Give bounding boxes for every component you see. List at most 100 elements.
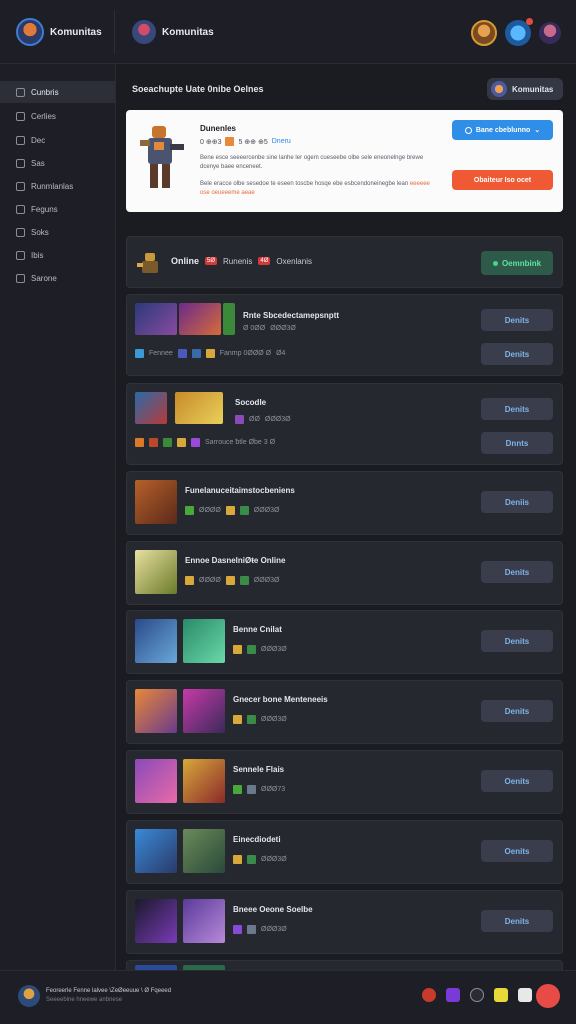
bottom-bar: Feoreerle Fenne lalvee \ZeØeeuue \ Ø Fqe… xyxy=(0,970,576,1024)
tag-icon xyxy=(177,438,186,447)
featured-blue-button[interactable]: Bane cbeblunno ⌄ xyxy=(452,120,553,140)
tag-icon xyxy=(247,785,256,794)
row-meta: ØØØ3Ø xyxy=(233,715,287,724)
app-title-left: Komunitas xyxy=(50,26,102,38)
game-thumbnail-icon xyxy=(179,303,221,335)
tag-icon xyxy=(135,438,144,447)
settings-icon[interactable] xyxy=(470,988,484,1002)
list-item[interactable]: Einecdiodeti ØØØ3Ø Oenits xyxy=(126,820,563,884)
sidebar: Cunbris Cerlies Dec Sas Runmlanlas Fegun… xyxy=(0,64,116,970)
list-icon xyxy=(16,135,25,145)
game-thumbnail-icon xyxy=(135,829,177,873)
sidebar-item-8[interactable]: Sarone xyxy=(0,267,115,289)
sidebar-item-2[interactable]: Dec xyxy=(0,129,115,151)
game-thumbnail-icon xyxy=(135,899,177,943)
online-button[interactable]: Oemnbink xyxy=(481,251,553,275)
tag-icon xyxy=(185,576,194,585)
notifications-avatar[interactable] xyxy=(505,18,533,46)
box-icon xyxy=(16,250,25,260)
row-meta-value: Sarrouce ƀtle Øbe 3 Ø xyxy=(205,439,276,446)
game-thumbnail-icon xyxy=(183,759,225,803)
tag-icon xyxy=(247,855,256,864)
details-button[interactable]: Dnnts xyxy=(481,432,553,454)
featured-description-2: Bele eracce olbe sesedoe te eseen toscbe… xyxy=(200,180,436,198)
avatar[interactable] xyxy=(18,985,40,1007)
tag-icon xyxy=(233,925,242,934)
tag-icon xyxy=(191,349,201,358)
twitch-icon[interactable] xyxy=(446,988,460,1002)
list-item[interactable]: Sennele Flais ØØØ73 Oenits xyxy=(126,750,563,814)
sidebar-item-7[interactable]: Ibis xyxy=(0,244,115,266)
details-button[interactable]: Oenits xyxy=(481,840,553,862)
details-button[interactable]: Denits xyxy=(481,309,553,331)
game-thumbnail-icon xyxy=(135,303,177,335)
tag-icon xyxy=(247,715,256,724)
list-item[interactable]: Funelanuceitaimstocbeniens ØØØØ ØØØ3Ø De… xyxy=(126,471,563,535)
sidebar-item-5[interactable]: Feguns xyxy=(0,198,115,220)
sidebar-item-1[interactable]: Cerlies xyxy=(0,105,115,127)
featured-red-button[interactable]: Obaiteur Iso ocet xyxy=(452,170,553,190)
snap-icon[interactable] xyxy=(494,988,508,1002)
featured-description-2-text: Bele eracce olbe sesedoe te eseen toscbe… xyxy=(200,181,409,187)
featured-meta-blue: Dneru xyxy=(271,138,291,145)
game-thumbnail-icon xyxy=(183,689,225,733)
status-badge: 5Ø xyxy=(205,257,218,265)
game-thumbnail-icon xyxy=(183,899,225,943)
row-meta-bottom: Fennee Fanmp 0ØØØ Ø Ø4 xyxy=(135,349,285,358)
sidebar-item-6[interactable]: Soks xyxy=(0,221,115,243)
list-item[interactable]: Ennoe DasnelniØŧe Online ØØØØ ØØØ3Ø Deni… xyxy=(126,541,563,605)
row-meta-value: ØØ xyxy=(249,416,260,423)
list-item[interactable] xyxy=(126,960,563,971)
details-button[interactable]: Denits xyxy=(481,398,553,420)
footer-icons xyxy=(422,988,532,1002)
app-icon[interactable] xyxy=(518,988,532,1002)
featured-card: Dunenles 0 ⊕⊕3 5 ⊕⊕ ⊕5 Dneru Bene esce s… xyxy=(126,110,563,212)
sidebar-item-label: Sas xyxy=(31,158,45,168)
row-title: Einecdiodeti xyxy=(233,835,281,844)
brand-left[interactable]: Komunitas xyxy=(16,18,102,46)
row-title: Socodle xyxy=(235,398,267,407)
user-avatar-1[interactable] xyxy=(471,20,497,46)
row-meta-bottom: Sarrouce ƀtle Øbe 3 Ø xyxy=(135,438,275,447)
row-meta-value: ØØØ3Ø xyxy=(261,646,287,653)
details-button[interactable]: Denits xyxy=(481,910,553,932)
details-button[interactable]: Oenits xyxy=(481,770,553,792)
row-meta-value: Fanmp 0ØØØ Ø xyxy=(219,350,272,357)
details-button[interactable]: Denits xyxy=(481,343,553,365)
row-meta-value: ØØØØ xyxy=(199,507,221,514)
row-meta-value: ØØØ3Ø xyxy=(253,507,280,514)
tag-icon xyxy=(177,349,187,358)
list-item[interactable]: Benne Cnilat ØØØ3Ø Denits xyxy=(126,610,563,674)
action-button[interactable] xyxy=(536,984,560,1008)
list-item[interactable]: Rnte Sbcedectamepsnptt Ø 0ØØ ØØØ3Ø Fenne… xyxy=(126,294,563,376)
list-item[interactable]: Socodle ØØ ØØØ3Ø Sarrouce ƀtle Øbe 3 Ø D… xyxy=(126,383,563,465)
row-meta-value: Ø 0ØØ xyxy=(243,325,266,332)
game-thumbnail-icon xyxy=(135,480,177,524)
brand-right[interactable]: Komunitas xyxy=(132,20,214,44)
notification-dot-icon xyxy=(526,18,533,25)
list-item[interactable]: Bneee Oeone Soelbe ØØØ3Ø Denits xyxy=(126,890,563,954)
sidebar-item-3[interactable]: Sas xyxy=(0,152,115,174)
details-button[interactable]: Denits xyxy=(481,630,553,652)
tag-icon xyxy=(225,506,235,515)
row-meta-value: ØØØ73 xyxy=(261,786,286,793)
details-button[interactable]: Denits xyxy=(481,561,553,583)
game-thumbnail-icon xyxy=(223,303,235,335)
community-button[interactable]: Komunitas xyxy=(487,78,563,100)
profile-avatar[interactable] xyxy=(539,22,561,44)
chevron-down-icon: ⌄ xyxy=(534,127,541,134)
check-icon xyxy=(185,506,194,515)
row-meta-value: Fennee xyxy=(149,350,173,357)
game-thumbnail-icon xyxy=(135,759,177,803)
footer-line-2: Seeeebine hneewe anbnese xyxy=(46,997,123,1003)
details-button[interactable]: Denits xyxy=(481,700,553,722)
featured-meta-tag: 5 ⊕⊕ ⊕5 xyxy=(238,138,268,146)
circle-icon xyxy=(464,126,472,134)
record-icon[interactable] xyxy=(422,988,436,1002)
status-badge: 4Ø xyxy=(258,257,271,265)
sidebar-item-4[interactable]: Runmlanlas xyxy=(0,175,115,197)
page-title: Soeachupte Uate 0nibe Oelnes xyxy=(132,84,264,94)
list-item[interactable]: Gnecer bone Menteneeis ØØØ3Ø Denits xyxy=(126,680,563,744)
details-button[interactable]: Deniis xyxy=(481,491,553,513)
sidebar-item-0[interactable]: Cunbris xyxy=(0,81,115,103)
